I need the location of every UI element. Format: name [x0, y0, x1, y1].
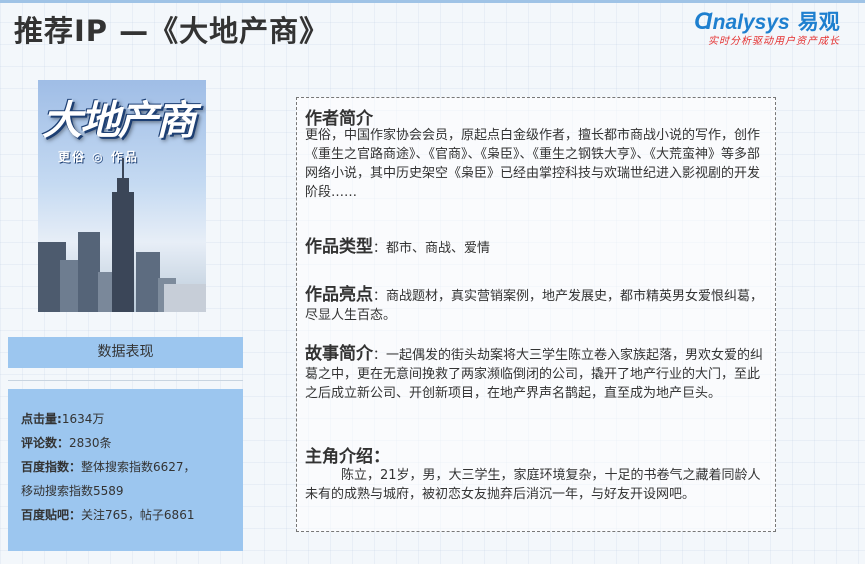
stat-comments: 评论数：2830条: [21, 435, 112, 451]
ip-info-box: 作者简介 更俗，中国作家协会会员，原起点白金级作者，擅长都市商战小说的写作，创作…: [296, 97, 776, 532]
divider: [8, 380, 243, 381]
stat-label: 点击量:: [21, 412, 62, 426]
highlight-heading: 作品亮点: [305, 285, 373, 305]
logo-brand: nalysys: [712, 11, 790, 34]
highlight-text: ：商战题材，真实营销案例，地产发展史，都市精英男女爱恨纠葛，尽显人生百态。: [305, 289, 764, 323]
data-panel-heading: 数据表现: [8, 337, 243, 368]
logo-brand-cn: 易观: [797, 11, 840, 34]
author-text: 更俗，中国作家协会会员，原起点白金级作者，擅长都市商战小说的写作，创作《重生之官…: [305, 128, 761, 200]
top-accent-line: [0, 0, 865, 3]
lead-text: 陈立，21岁，男，大三学生，家庭环境复杂，十足的书卷气之藏着同龄人未有的成熟与城…: [305, 468, 761, 502]
cover-title: 大地产商: [42, 98, 196, 144]
stat-baidu-index: 百度指数：整体搜索指数6627，: [21, 459, 196, 475]
cover-building: [60, 260, 80, 312]
stat-label: 评论数：: [21, 436, 70, 450]
page-title: 推荐IP —《大地产商》: [14, 14, 330, 48]
data-panel: 点击量:1634万 评论数：2830条 百度指数：整体搜索指数6627， 移动搜…: [8, 389, 243, 551]
cover-skyscraper: [112, 192, 134, 312]
stat-value: 关注765，帖子6861: [81, 508, 195, 522]
stat-tieba: 百度贴吧：关注765，帖子6861: [21, 507, 194, 523]
genre-line: 作品类型：都市、商战、爱情: [305, 232, 490, 257]
stat-mobile-index: 移动搜索指数5589: [21, 483, 124, 499]
highlight-paragraph: 作品亮点：商战题材，真实营销案例，地产发展史，都市精英男女爱恨纠葛，尽显人生百态…: [305, 286, 765, 325]
stat-value: 1634万: [61, 412, 105, 426]
logo-a-glyph-icon: Ɑ: [694, 8, 713, 35]
analysys-logo: Ɑnalysys 易观 实时分析驱动用户资产成长: [694, 6, 854, 47]
story-paragraph: 故事简介：一起偶发的街头劫案将大三学生陈立卷入家族起落，男欢女爱的纠葛之中，更在…: [305, 345, 765, 403]
story-heading: 故事简介: [305, 344, 373, 364]
stat-value: 整体搜索指数6627，: [81, 460, 196, 474]
story-text: ：一起偶发的街头劫案将大三学生陈立卷入家族起落，男欢女爱的纠葛之中，更在无意间挽…: [305, 348, 764, 401]
genre-heading: 作品类型: [305, 237, 373, 257]
cover-building: [164, 284, 206, 312]
stat-clicks: 点击量:1634万: [21, 411, 104, 427]
book-cover-image: 大地产商 更俗 ◎ 作品: [38, 80, 206, 312]
stat-value: 2830条: [69, 436, 112, 450]
stat-label: 百度指数：: [21, 460, 82, 474]
cover-skyscraper-spire: [122, 158, 124, 178]
stat-label: 百度贴吧：: [21, 508, 82, 522]
cover-skyscraper-top: [117, 178, 129, 192]
cover-building: [78, 232, 100, 312]
cover-building: [136, 252, 160, 312]
lead-heading: 主角介绍：: [305, 447, 390, 467]
genre-text: ：都市、商战、爱情: [373, 241, 491, 256]
stat-value: 移动搜索指数5589: [21, 484, 124, 498]
logo-tagline: 实时分析驱动用户资产成长: [708, 36, 840, 47]
cover-author: 更俗 ◎ 作品: [58, 150, 139, 164]
